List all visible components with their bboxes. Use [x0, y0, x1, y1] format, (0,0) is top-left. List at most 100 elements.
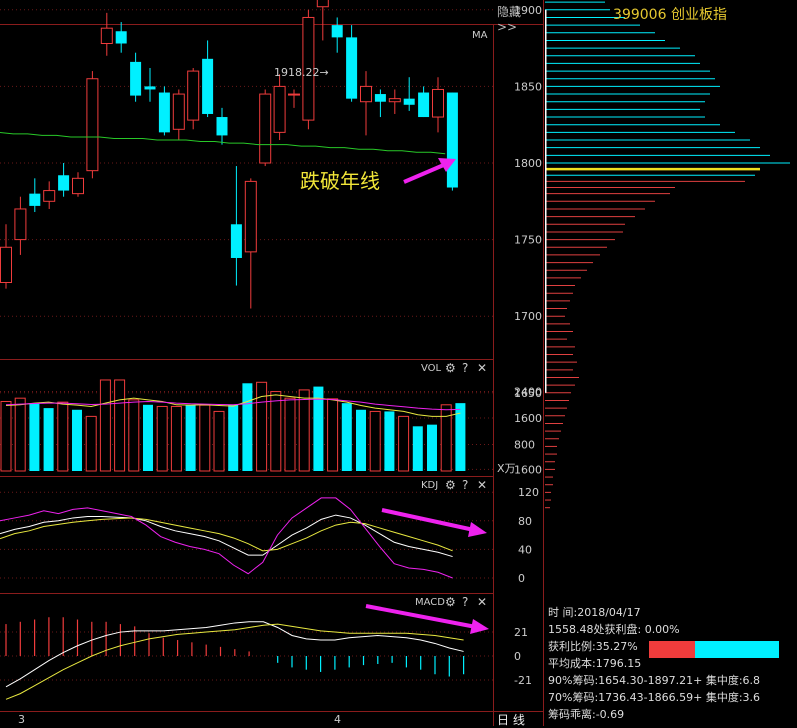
candle-body: [288, 93, 300, 96]
candle-body: [29, 193, 41, 206]
price-tick-label: 1600: [514, 463, 542, 476]
candle-body: [360, 85, 372, 103]
macd-label: MACD: [415, 597, 445, 608]
volume-tick-label: 800: [514, 439, 535, 452]
kdj-close-icon[interactable]: ✕: [477, 478, 487, 492]
volume-bar: [228, 404, 239, 471]
candle-body: [43, 190, 56, 202]
profit-ratio-fill: [649, 641, 695, 658]
volume-bar: [398, 415, 410, 472]
info-time: 时 间:2018/04/17: [548, 606, 641, 619]
candle-body: [0, 246, 12, 283]
volume-bar: [185, 405, 196, 471]
macd-header: MACD ⚙ ? ✕: [415, 595, 487, 609]
price-tick-label: 1700: [514, 310, 542, 323]
volume-bar: [284, 397, 296, 472]
candle-body: [100, 27, 113, 45]
period-tab-daily[interactable]: 日 线: [497, 711, 541, 727]
volume-bar: [0, 400, 12, 472]
candle-body: [72, 177, 84, 195]
price-tick-label: 1850: [514, 80, 542, 93]
candle-body: [331, 25, 343, 38]
volume-bar: [29, 403, 40, 471]
kdj-tick-label: 40: [518, 543, 532, 556]
volume-bar: [341, 403, 352, 471]
hide-panel-button[interactable]: 隐藏>>: [497, 3, 541, 34]
macd-close-icon[interactable]: ✕: [477, 595, 487, 609]
volume-bar: [327, 398, 339, 472]
kdj-tick-label: 0: [518, 572, 525, 585]
kdj-label: KDJ: [421, 480, 438, 491]
volume-tick-label: 2400: [514, 386, 542, 399]
volume-bar: [270, 391, 282, 472]
volume-bar: [369, 410, 381, 472]
price-marker-label: 1918.22→: [274, 66, 329, 79]
kdj-settings-icon[interactable]: ⚙: [445, 478, 456, 492]
info-chip70: 70%筹码:1736.43-1866.59+ 集中度:3.6: [548, 691, 761, 704]
candle-body: [115, 31, 127, 44]
macd-settings-icon[interactable]: ⚙: [445, 595, 456, 609]
macd-tick-label: -21: [514, 674, 532, 687]
kdj-header: KDJ ⚙ ? ✕: [421, 478, 487, 492]
x-axis-label-4: 4: [334, 713, 341, 726]
loss-ratio-fill: [694, 641, 779, 658]
chip-distribution: [545, 1, 790, 509]
candle-body: [403, 98, 415, 105]
kdj-help-icon[interactable]: ?: [462, 478, 468, 492]
candle-body: [144, 86, 156, 90]
vol-close-icon[interactable]: ✕: [477, 361, 487, 375]
kdj-pane: 120 80 40 0: [0, 486, 539, 585]
volume-bar: [199, 404, 211, 472]
volume-bar: [128, 399, 140, 472]
info-profit-line: 1558.48处获利盘: 0.00%: [548, 623, 680, 636]
price-tick-label: 1800: [514, 157, 542, 170]
vol-label: VOL: [421, 363, 442, 374]
volume-bar: [213, 410, 225, 472]
candle-body: [316, 0, 329, 8]
chip-range-marker: [545, 9, 547, 393]
volume-bar: [72, 409, 82, 471]
info-chip90: 90%筹码:1654.30-1897.21+ 集中度:6.8: [548, 674, 761, 687]
candle-body: [432, 88, 444, 118]
candle-body: [346, 37, 358, 99]
candle-body: [230, 224, 242, 258]
candle-body: [259, 93, 272, 164]
price-tick-label: 1750: [514, 234, 542, 247]
volume-bar: [114, 379, 126, 472]
vol-settings-icon[interactable]: ⚙: [445, 361, 456, 375]
candle-body: [388, 98, 401, 103]
candle-body: [158, 92, 170, 133]
candle-body: [14, 208, 27, 241]
info-chip-mult: 筹码乖离:-0.69: [548, 708, 625, 721]
macd-help-icon[interactable]: ?: [462, 595, 468, 609]
volume-bar: [85, 415, 97, 472]
profit-ratio-bar: [649, 641, 779, 658]
candle-body: [418, 92, 430, 118]
stock-title: 399006 创业板指: [613, 7, 727, 23]
candle-body: [202, 58, 214, 114]
candle-body: [86, 78, 99, 172]
candle-body: [187, 70, 200, 121]
x-axis-label-3: 3: [18, 713, 25, 726]
candle-body: [446, 92, 458, 188]
vol-help-icon[interactable]: ?: [462, 361, 468, 375]
volume-bar: [298, 389, 310, 472]
kdj-tick-label: 120: [518, 486, 539, 499]
volume-bar: [99, 379, 111, 472]
macd-tick-label: 21: [514, 626, 528, 639]
kdj-d-line: [0, 517, 453, 552]
volume-pane: 2400 1600 800: [0, 379, 542, 472]
volume-bar: [57, 401, 69, 472]
volume-bar: [440, 404, 452, 472]
volume-bar: [356, 409, 366, 471]
kdj-tick-label: 80: [518, 515, 532, 528]
volume-bar: [242, 383, 253, 471]
volume-tick-label: 1600: [514, 412, 542, 425]
annual-ma-line: [0, 131, 446, 155]
vol-header: VOL ⚙ ? ✕: [421, 361, 487, 375]
chip-info-panel: 时 间:2018/04/17 1558.48处获利盘: 0.00% 获利比例:3…: [548, 604, 794, 723]
volume-bar: [43, 408, 54, 471]
candle-body: [374, 94, 386, 102]
ma-label: MA: [472, 30, 488, 41]
volume-bar: [256, 381, 268, 472]
